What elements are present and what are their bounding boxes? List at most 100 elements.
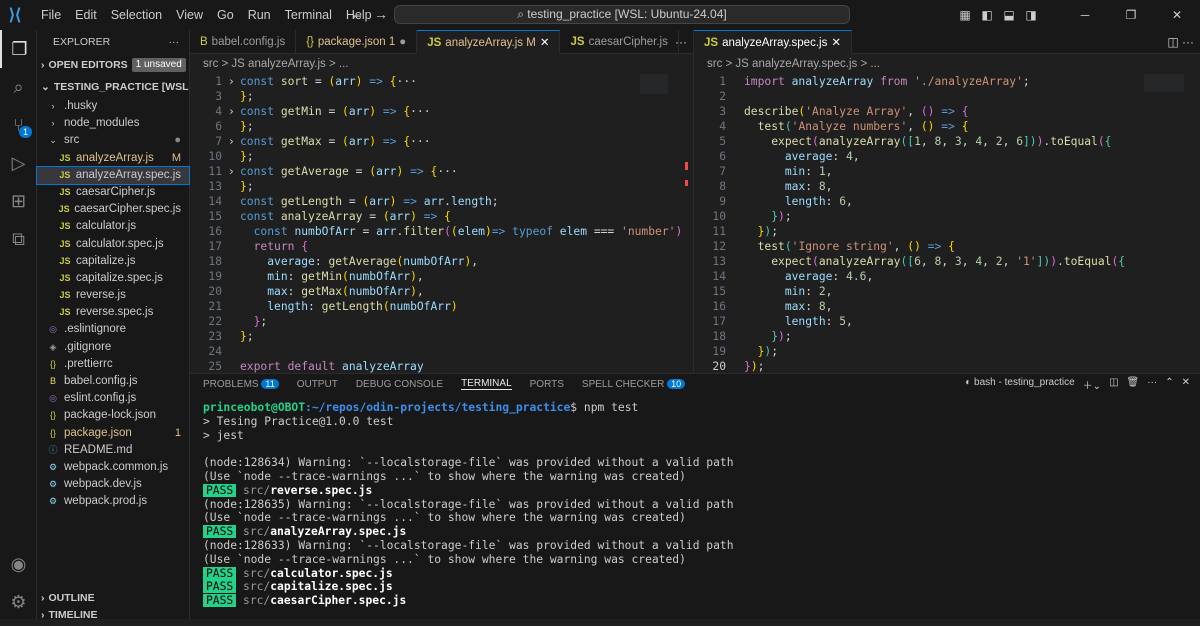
activity-bar: ❐ ⌕ ⑂ 1 ▷ ⊞ ⧉ ◉ ⚙	[0, 30, 37, 619]
tab-label: babel.config.js	[211, 36, 286, 48]
tree-file[interactable]: {} package.json 1	[37, 425, 189, 442]
nav-arrows[interactable]: ←→	[350, 6, 398, 22]
tree-folder[interactable]: ⌄ src ●	[37, 132, 189, 149]
tab-ports[interactable]: PORTS	[530, 379, 564, 390]
tab-problems[interactable]: PROBLEMS 11	[203, 378, 279, 390]
close-panel-icon[interactable]: ✕	[1182, 377, 1190, 392]
settings-gear-icon[interactable]: ⚙	[0, 583, 37, 621]
src-prefix: src/	[243, 566, 271, 580]
menu-run[interactable]: Run	[241, 0, 278, 30]
menu-terminal[interactable]: Terminal	[278, 0, 339, 30]
project-section[interactable]: ⌄TESTING_PRACTICE [WSL: UBU...	[37, 76, 189, 98]
close-tab-icon[interactable]: ✕	[831, 31, 841, 55]
tree-file[interactable]: ◈ .gitignore	[37, 339, 189, 356]
tab-caesar-cipher[interactable]: JS caesarCipher.js	[560, 30, 679, 54]
terminal-output[interactable]: princeobot@OBOT:~/repos/odin-projects/te…	[190, 401, 1200, 608]
toggle-secondary-icon[interactable]: ◨	[1020, 8, 1042, 22]
tree-file[interactable]: JS analyzeArray.spec.js	[36, 165, 190, 185]
js-file-icon: JS	[59, 152, 71, 163]
search-view-icon[interactable]: ⌕	[0, 68, 37, 106]
tab-babel-config[interactable]: Bbabel.config.js	[190, 30, 297, 54]
tree-file[interactable]: JS calculator.js	[37, 218, 189, 235]
more-actions-icon[interactable]: ···	[1147, 377, 1157, 392]
account-icon[interactable]: ◉	[0, 545, 37, 583]
project-label: TESTING_PRACTICE [WSL: UBU...	[53, 81, 189, 93]
minimize-icon[interactable]: ─	[1062, 8, 1108, 22]
menu-file[interactable]: File	[34, 0, 68, 30]
error-marker	[685, 162, 688, 170]
tree-file[interactable]: JS reverse.js	[37, 287, 189, 304]
tree-file[interactable]: JS caesarCipher.spec.js	[37, 201, 189, 218]
layout-icon[interactable]: ▦	[954, 8, 976, 22]
tree-folder[interactable]: › node_modules	[37, 115, 189, 132]
menu-edit[interactable]: Edit	[68, 0, 104, 30]
tab-output[interactable]: OUTPUT	[297, 379, 338, 390]
tree-item-label: README.md	[64, 443, 133, 456]
tab-debug-console[interactable]: DEBUG CONSOLE	[356, 379, 443, 390]
timeline-section[interactable]: › TIMELINE	[37, 604, 190, 626]
trash-icon[interactable]: 🗑	[1127, 377, 1140, 392]
run-debug-icon[interactable]: ▷	[0, 144, 37, 182]
remote-explorer-icon[interactable]: ⧉	[0, 220, 37, 258]
tree-item-label: .husky	[64, 100, 98, 112]
minimap[interactable]	[640, 74, 668, 94]
timeline-label: TIMELINE	[48, 609, 98, 621]
open-editors-section[interactable]: › OPEN EDITORS 1 unsaved	[37, 54, 189, 76]
tree-item-label: analyzeArray.spec.js	[75, 168, 181, 181]
close-tab-icon[interactable]: ✕	[540, 31, 550, 55]
split-terminal-icon[interactable]: ◫	[1109, 377, 1118, 392]
tree-file[interactable]: ⚙ webpack.dev.js	[37, 476, 189, 493]
explorer-icon[interactable]: ❐	[0, 30, 37, 68]
more-actions-icon[interactable]: ···	[169, 30, 180, 54]
tab-package-json[interactable]: {} package.json 1 ●	[296, 30, 418, 54]
more-tabs-icon[interactable]: ···	[675, 30, 687, 54]
js-file-icon: JS	[59, 255, 71, 266]
toggle-sidebar-icon[interactable]: ◧	[976, 8, 998, 22]
tree-file[interactable]: Bbabel.config.js	[37, 373, 189, 390]
tree-file[interactable]: JS caesarCipher.js	[37, 184, 189, 201]
tree-file[interactable]: ⓘ README.md	[37, 442, 189, 459]
tree-file[interactable]: {} package-lock.json	[37, 407, 189, 424]
tree-folder[interactable]: › .husky	[37, 98, 189, 115]
tree-file[interactable]: JS calculator.spec.js	[37, 236, 189, 253]
breadcrumb[interactable]: src > JS analyzeArray.js > ...	[190, 54, 693, 74]
eslint-file-icon: ◎	[49, 393, 57, 404]
source-control-icon[interactable]: ⑂ 1	[0, 106, 37, 144]
menu-selection[interactable]: Selection	[104, 0, 169, 30]
js-file-icon: JS	[59, 290, 71, 301]
extensions-icon[interactable]: ⊞	[0, 182, 37, 220]
tree-file[interactable]: JS analyzeArray.js M	[37, 150, 189, 167]
tree-file[interactable]: JS capitalize.spec.js	[37, 270, 189, 287]
window-title: testing_practice [WSL: Ubuntu-24.04]	[527, 7, 727, 21]
restore-icon[interactable]: ❐	[1108, 8, 1154, 22]
tree-file[interactable]: {} .prettierrc	[37, 356, 189, 373]
pass-badge: PASS	[203, 525, 237, 539]
command-center[interactable]: ⌕ testing_practice [WSL: Ubuntu-24.04]	[394, 5, 850, 24]
chevron-right-icon: ›	[51, 118, 55, 129]
tree-file[interactable]: JS capitalize.js	[37, 253, 189, 270]
tab-analyze-array-spec[interactable]: JS analyzeArray.spec.js ✕	[694, 30, 852, 54]
back-arrow-icon[interactable]: ←	[350, 6, 374, 22]
tab-spell-checker[interactable]: SPELL CHECKER 10	[582, 378, 686, 390]
terminal-instance[interactable]: ◐ bash - testing_practice	[965, 377, 1074, 392]
tab-analyze-array[interactable]: JS analyzeArray.js M ✕	[417, 30, 561, 55]
breadcrumb[interactable]: src > JS analyzeArray.spec.js > ...	[694, 54, 1200, 74]
tree-file[interactable]: ⚙ webpack.prod.js	[37, 493, 189, 510]
tree-file[interactable]: ⚙ webpack.common.js	[37, 459, 189, 476]
right-code[interactable]: 1 import analyzeArray from './analyzeArra…	[694, 74, 1200, 374]
maximize-panel-icon[interactable]: ⌃	[1165, 377, 1173, 392]
tree-file[interactable]: JS reverse.spec.js	[37, 304, 189, 321]
split-editor-icon[interactable]: ◫ ···	[1167, 30, 1194, 54]
minimap[interactable]	[1144, 74, 1184, 92]
toggle-panel-icon[interactable]: ⬓	[998, 8, 1020, 22]
menu-go[interactable]: Go	[210, 0, 241, 30]
tab-label: caesarCipher.js	[588, 36, 668, 48]
tab-terminal[interactable]: TERMINAL	[461, 378, 512, 390]
close-window-icon[interactable]: ✕	[1154, 8, 1200, 22]
json-file-icon: {}	[49, 410, 56, 421]
tree-file[interactable]: ◎ eslint.config.js	[37, 390, 189, 407]
tree-file[interactable]: ◎ .eslintignore	[37, 321, 189, 338]
new-terminal-icon[interactable]: ＋⌄	[1083, 377, 1101, 392]
left-code[interactable]: 1 › const sort = (arr) => {··· 3}; 4 › const…	[190, 74, 693, 374]
menu-view[interactable]: View	[169, 0, 210, 30]
